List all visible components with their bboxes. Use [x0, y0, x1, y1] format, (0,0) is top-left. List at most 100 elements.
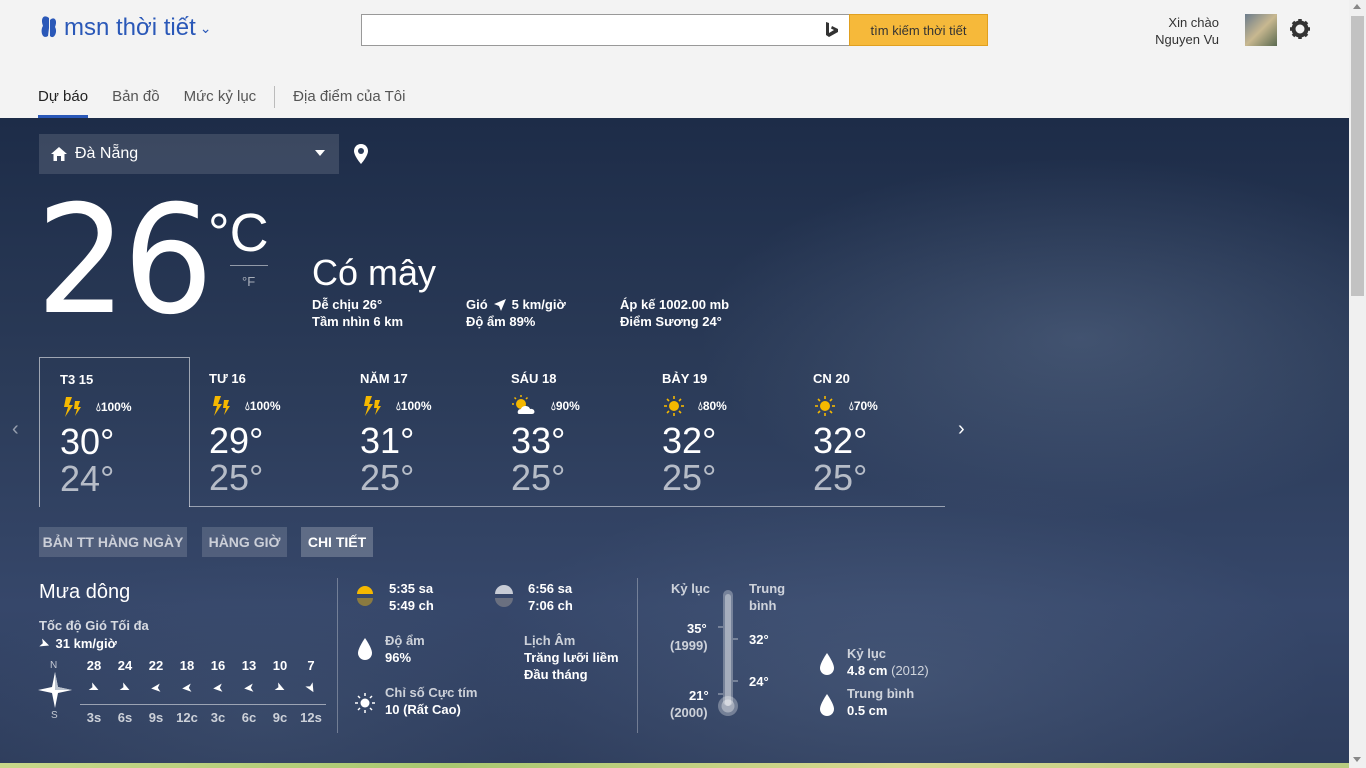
low-temp: 25°	[813, 457, 868, 498]
search-weather-button[interactable]: tìm kiếm thời tiết	[849, 14, 988, 46]
bing-icon[interactable]	[823, 21, 841, 39]
tab-hourly[interactable]: HÀNG GIỜ	[202, 527, 287, 557]
unit-divider	[230, 265, 268, 266]
tab-my-places[interactable]: Địa điểm của Tôi	[293, 88, 405, 118]
forecast-day[interactable]: TƯ 16 💧︎100% 29° 25°	[189, 357, 340, 507]
column-divider	[637, 578, 638, 733]
high-temp: 30°	[60, 421, 115, 462]
rain-record-value: 4.8 cm	[847, 663, 888, 678]
wind-time: 12c	[176, 710, 198, 725]
forecast-day-label: NĂM 17	[360, 371, 408, 386]
wind-chart-divider	[80, 704, 326, 705]
msn-logo[interactable]: msn thời tiết ⌄	[38, 14, 212, 42]
scrollbar-thumb[interactable]	[1351, 16, 1364, 296]
max-wind-label: Tốc độ Gió Tối đa	[39, 618, 149, 633]
wind-time: 9c	[272, 710, 288, 725]
wind-direction-icon: ➤	[149, 680, 163, 697]
high-temp: 29°	[209, 420, 264, 461]
wind-info: Gió 5 km/giờ	[466, 296, 566, 313]
prev-days-arrow-icon[interactable]: ‹	[12, 418, 19, 441]
avg-low-temp: 24°	[749, 674, 769, 689]
record-temp-label: Kỷ lục	[671, 581, 711, 596]
high-temp: 31°	[360, 420, 415, 461]
precip-chance: 💧︎90%	[551, 398, 580, 413]
tab-maps[interactable]: Bản đồ	[112, 88, 160, 118]
greeting-text: Xin chào	[1168, 15, 1219, 30]
chevron-down-icon[interactable]: ⌄	[200, 20, 212, 37]
lunar-phase: Trăng lưỡi liềm	[524, 650, 619, 665]
low-temp: 24°	[60, 458, 115, 499]
rain-record: 4.8 cm (2012)	[847, 662, 929, 679]
search-bar: tìm kiếm thời tiết	[361, 14, 988, 46]
precip-value: 100%	[400, 398, 432, 413]
high-temp: 32°	[662, 420, 717, 461]
location-selector[interactable]: Đà Nẵng	[39, 134, 339, 174]
wind-time: 9s	[148, 710, 164, 725]
compass-icon: N S	[38, 660, 72, 730]
tab-details[interactable]: CHI TIẾT	[301, 527, 373, 557]
wind-label: Gió	[466, 297, 488, 312]
wind-direction-icon: ➤	[302, 679, 321, 697]
visibility: Tầm nhìn 6 km	[312, 314, 404, 329]
forecast-day-label: CN 20	[813, 371, 850, 386]
max-wind-value: ➤ 31 km/giờ	[37, 635, 117, 653]
forecast-day-label: TƯ 16	[209, 371, 246, 386]
precip-value: 80%	[702, 398, 727, 413]
current-temperature: 26	[36, 174, 214, 348]
tab-records[interactable]: Mức kỷ lục	[184, 88, 257, 118]
next-days-arrow-icon[interactable]: ›	[958, 418, 965, 441]
forecast-day-label: BẢY 19	[662, 371, 708, 386]
record-high-temp: 35°	[687, 621, 707, 636]
rain-avg-value: 0.5 cm	[847, 703, 888, 718]
scroll-up-icon[interactable]	[1353, 4, 1361, 9]
gear-icon[interactable]	[1289, 18, 1311, 40]
forecast-day[interactable]: T3 15 💧︎100% 30° 24°	[39, 357, 190, 507]
column-divider	[337, 578, 338, 733]
avg-temp-label-2: bình	[749, 598, 777, 613]
compass-south: S	[51, 710, 58, 721]
wind-direction-icon: ➤	[180, 680, 194, 697]
precip-chance: 💧︎100%	[396, 398, 432, 413]
wind-time: 12s	[300, 710, 322, 725]
detail-condition: Mưa dông	[39, 581, 131, 603]
moonrise-time: 6:56 sa	[528, 581, 573, 596]
wind-speed-value: 22	[148, 658, 164, 673]
low-temp: 25°	[662, 457, 717, 498]
map-preview-strip[interactable]	[0, 763, 1349, 768]
record-low-year: (2000)	[670, 705, 708, 720]
forecast-day[interactable]: CN 20 💧︎70% 32° 25°	[793, 357, 944, 507]
thermometer-icon	[718, 590, 738, 716]
rain-avg-label: Trung bình	[847, 686, 915, 701]
tab-forecast[interactable]: Dự báo	[38, 88, 89, 118]
compass-star-icon	[38, 672, 72, 708]
tab-daily[interactable]: BẢN TT HÀNG NGÀY	[39, 527, 187, 557]
scroll-down-icon[interactable]	[1353, 757, 1361, 762]
high-temp: 33°	[511, 420, 566, 461]
record-high-year: (1999)	[670, 638, 708, 653]
forecast-day[interactable]: NĂM 17 💧︎100% 31° 25°	[340, 357, 491, 507]
brand-title: msn thời tiết	[64, 14, 196, 41]
forecast-day[interactable]: SÁU 18 💧︎90% 33° 25°	[491, 357, 642, 507]
location-pin-icon[interactable]	[353, 144, 369, 166]
avg-temp-label-1: Trung	[749, 581, 786, 596]
current-condition: Có mây	[312, 252, 437, 293]
unit-celsius[interactable]: °C	[208, 202, 269, 264]
forecast-day[interactable]: BẢY 19 💧︎80% 32° 25°	[642, 357, 793, 507]
nav-divider	[274, 86, 276, 108]
rain-drop-icon	[820, 694, 834, 716]
wind-speed-value: 28	[86, 658, 102, 673]
moon-icon	[495, 585, 513, 607]
wind-time: 6c	[241, 710, 257, 725]
avatar[interactable]	[1245, 14, 1277, 46]
top-header: msn thời tiết ⌄ tìm kiếm thời tiết Xin c…	[0, 0, 1349, 118]
search-input[interactable]	[361, 14, 849, 46]
rain-record-year: (2012)	[891, 663, 929, 678]
home-icon	[51, 147, 67, 161]
unit-fahrenheit[interactable]: °F	[242, 274, 255, 289]
page-scrollbar[interactable]	[1349, 0, 1366, 768]
rain-record-label: Kỷ lục	[847, 646, 887, 661]
precip-chance: 💧︎70%	[849, 398, 878, 413]
thunder-icon	[64, 397, 81, 417]
precip-value: 100%	[249, 398, 281, 413]
user-greeting[interactable]: Xin chào Nguyen Vu	[1155, 14, 1219, 48]
